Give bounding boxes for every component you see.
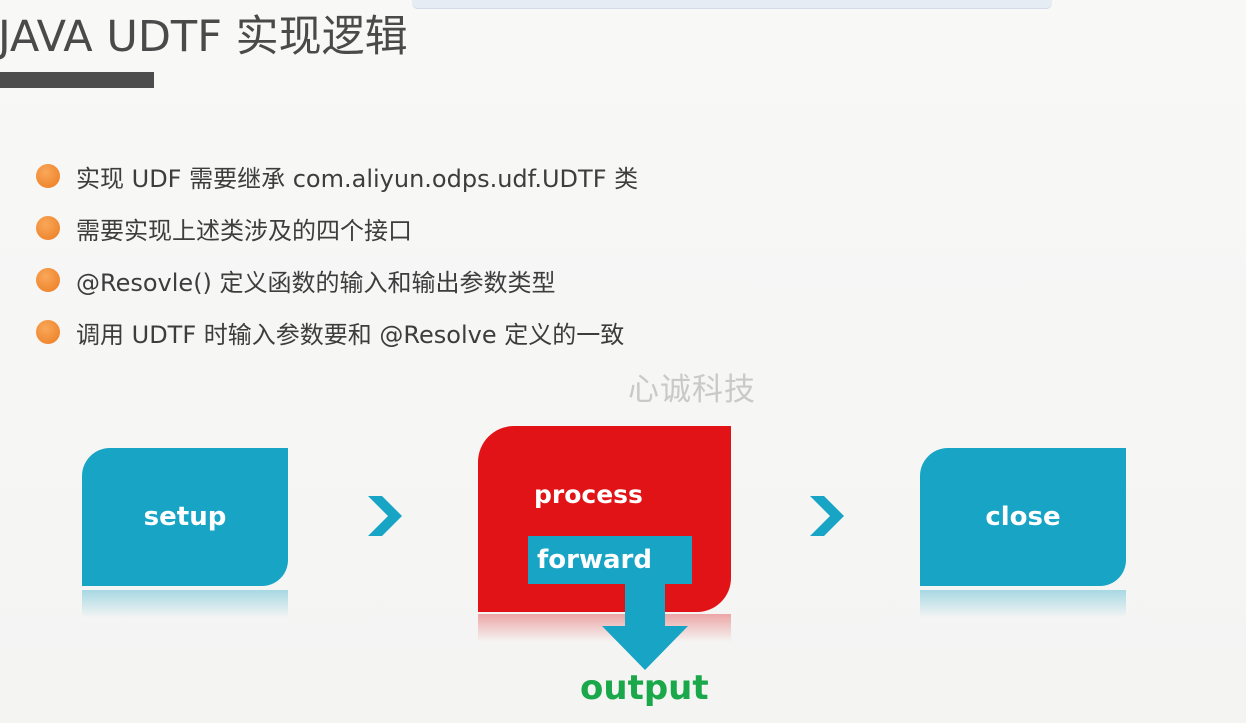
bullet-dot-icon xyxy=(36,320,60,344)
output-label: output xyxy=(580,668,709,708)
bullet-text: @Resovle() 定义函数的输入和输出参数类型 xyxy=(76,268,556,297)
close-box: close xyxy=(920,448,1126,586)
forward-box: forward xyxy=(528,536,692,584)
bullet-text: 调用 UDTF 时输入参数要和 @Resolve 定义的一致 xyxy=(76,320,625,349)
list-item: 调用 UDTF 时输入参数要和 @Resolve 定义的一致 xyxy=(36,306,638,358)
list-item: @Resovle() 定义函数的输入和输出参数类型 xyxy=(36,254,638,306)
top-bar xyxy=(412,0,1052,9)
chevron-right-icon xyxy=(810,496,844,536)
setup-reflection xyxy=(82,590,288,618)
bullet-dot-icon xyxy=(36,268,60,292)
close-reflection xyxy=(920,590,1126,618)
watermark: 心诚科技 xyxy=(628,372,756,408)
chevron-right-icon xyxy=(368,496,402,536)
bullet-text: 需要实现上述类涉及的四个接口 xyxy=(76,216,412,245)
forward-label: forward xyxy=(537,545,652,575)
down-arrow-icon xyxy=(602,584,688,670)
bullet-dot-icon xyxy=(36,164,60,188)
close-label: close xyxy=(985,502,1061,532)
slide-title: JAVA UDTF 实现逻辑 xyxy=(0,12,408,62)
setup-label: setup xyxy=(143,502,227,532)
list-item: 需要实现上述类涉及的四个接口 xyxy=(36,202,638,254)
setup-box: setup xyxy=(82,448,288,586)
bullet-list: 实现 UDF 需要继承 com.aliyun.odps.udf.UDTF 类 需… xyxy=(36,150,638,358)
bullet-dot-icon xyxy=(36,216,60,240)
process-label: process xyxy=(534,480,643,509)
list-item: 实现 UDF 需要继承 com.aliyun.odps.udf.UDTF 类 xyxy=(36,150,638,202)
title-underline xyxy=(0,72,154,88)
slide: JAVA UDTF 实现逻辑 实现 UDF 需要继承 com.aliyun.od… xyxy=(0,0,1246,723)
bullet-text: 实现 UDF 需要继承 com.aliyun.odps.udf.UDTF 类 xyxy=(76,164,639,193)
